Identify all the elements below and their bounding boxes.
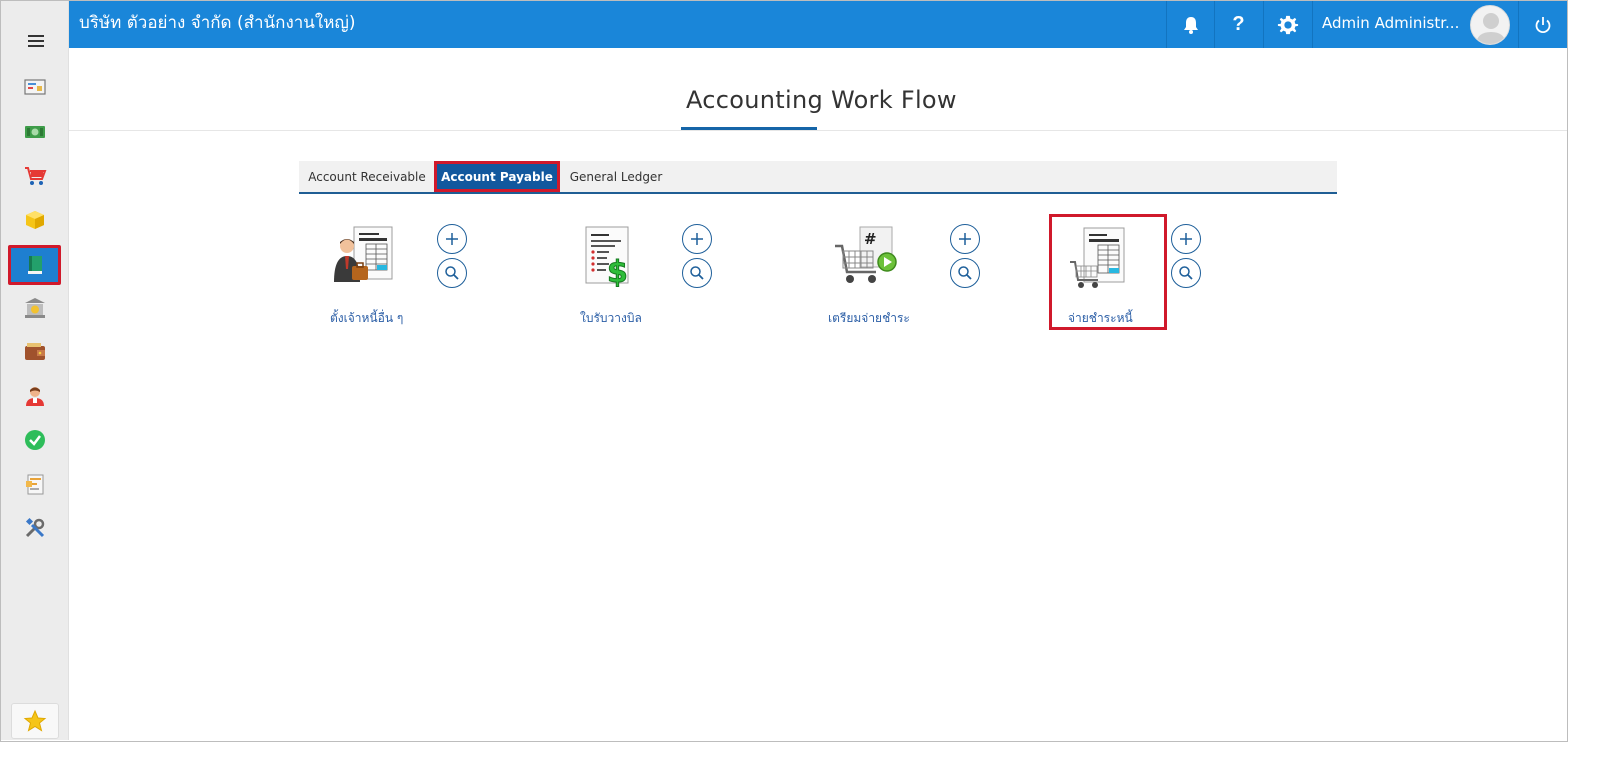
wallet-icon[interactable] (8, 332, 61, 372)
tab-account-receivable[interactable]: Account Receivable (299, 161, 435, 192)
businessman-invoice-icon[interactable] (332, 224, 402, 294)
search-icon[interactable] (950, 258, 980, 288)
gear-icon[interactable] (1263, 1, 1311, 48)
avatar[interactable] (1470, 5, 1510, 45)
add-icon[interactable] (950, 224, 980, 254)
search-icon[interactable] (682, 258, 712, 288)
bill-dollar-icon[interactable]: $ (576, 224, 646, 294)
top-bar: บริษัท ตัวอย่าง จำกัด (สำนักงานใหญ่) ? A… (69, 1, 1567, 48)
divider (69, 130, 1567, 131)
workflow-label[interactable]: ใบรับวางบิล (580, 309, 642, 328)
menu-icon[interactable] (23, 32, 51, 52)
box-icon[interactable] (8, 200, 61, 240)
star-icon[interactable] (11, 703, 59, 739)
cart-play-icon[interactable]: # (832, 224, 902, 294)
search-icon[interactable] (1171, 258, 1201, 288)
workflow-label[interactable]: เตรียมจ่ายชำระ (828, 309, 910, 328)
cart-document-icon[interactable] (1066, 224, 1136, 294)
bell-icon[interactable] (1166, 1, 1214, 48)
check-icon[interactable] (8, 420, 61, 460)
workflow-label[interactable]: จ่ายชำระหนี้ (1068, 309, 1133, 328)
svg-text:#: # (864, 230, 877, 248)
cart-icon[interactable] (8, 156, 61, 196)
user-menu[interactable]: Admin Administr... (1312, 1, 1518, 48)
add-icon[interactable] (1171, 224, 1201, 254)
search-icon[interactable] (437, 258, 467, 288)
bank-icon[interactable] (8, 288, 61, 328)
power-icon[interactable] (1518, 1, 1567, 48)
add-icon[interactable] (437, 224, 467, 254)
help-icon[interactable]: ? (1214, 1, 1262, 48)
add-icon[interactable] (682, 224, 712, 254)
book-icon[interactable] (8, 245, 61, 285)
sidebar (1, 1, 69, 740)
money-icon[interactable] (8, 112, 61, 152)
page-title: Accounting Work Flow (686, 86, 957, 114)
report-icon[interactable] (8, 464, 61, 504)
company-name: บริษัท ตัวอย่าง จำกัด (สำนักงานใหญ่) (79, 13, 356, 33)
user-name: Admin Administr... (1322, 14, 1460, 32)
svg-text:$: $ (607, 255, 628, 290)
tab-account-payable[interactable]: Account Payable (434, 161, 560, 192)
tab-bar: Account Receivable Account Payable Gener… (299, 161, 1337, 194)
person-icon[interactable] (8, 376, 61, 416)
monitor-icon[interactable] (8, 68, 61, 108)
tab-general-ledger[interactable]: General Ledger (561, 161, 671, 192)
tools-icon[interactable] (8, 508, 61, 548)
workflow-label[interactable]: ตั้งเจ้าหนี้อื่น ๆ (330, 309, 403, 328)
